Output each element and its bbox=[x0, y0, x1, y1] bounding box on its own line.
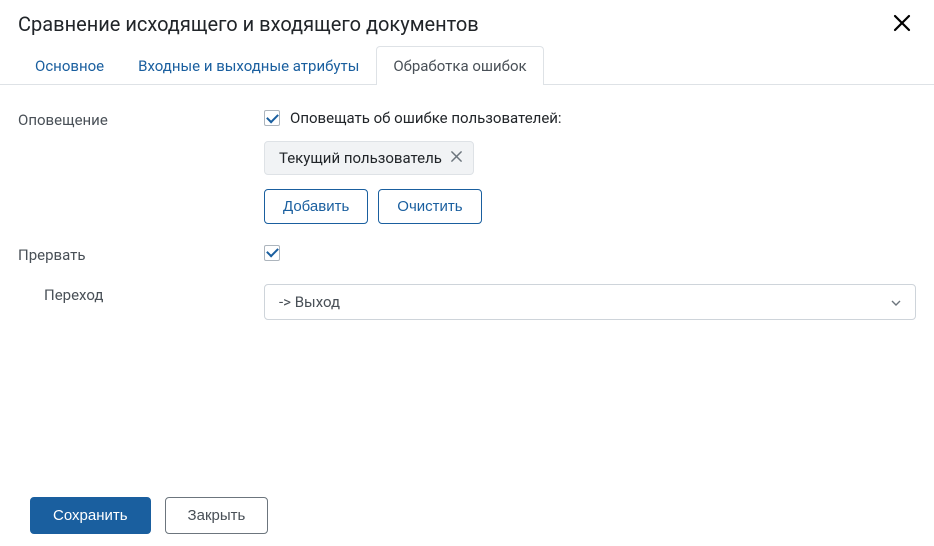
notification-checkbox[interactable] bbox=[264, 110, 280, 126]
label-interrupt: Прервать bbox=[18, 244, 264, 264]
notification-checkbox-wrap: Оповещать об ошибке пользователей: bbox=[264, 109, 916, 127]
interrupt-checkbox[interactable] bbox=[264, 245, 280, 261]
transition-select-value: -> Выход bbox=[279, 293, 340, 311]
transition-select[interactable]: -> Выход bbox=[264, 284, 916, 320]
close-dialog-button[interactable]: Закрыть bbox=[165, 497, 269, 534]
close-icon bbox=[892, 10, 912, 38]
clear-button[interactable]: Очистить bbox=[378, 189, 481, 224]
notification-checkbox-label: Оповещать об ошибке пользователей: bbox=[290, 109, 562, 127]
tab-main[interactable]: Основное bbox=[18, 46, 121, 85]
chip-remove-button[interactable] bbox=[450, 150, 463, 166]
row-notification: Оповещение Оповещать об ошибке пользоват… bbox=[18, 109, 916, 224]
add-button[interactable]: Добавить bbox=[264, 189, 368, 224]
tab-attributes[interactable]: Входные и выходные атрибуты bbox=[121, 46, 376, 85]
dialog-title: Сравнение исходящего и входящего докумен… bbox=[18, 12, 479, 36]
tab-bar: Основное Входные и выходные атрибуты Обр… bbox=[0, 46, 934, 85]
save-button[interactable]: Сохранить bbox=[30, 497, 151, 534]
row-interrupt: Прервать bbox=[18, 244, 916, 264]
tab-error-handling[interactable]: Обработка ошибок bbox=[376, 46, 543, 85]
x-icon bbox=[450, 150, 463, 166]
dialog-footer: Сохранить Закрыть bbox=[0, 497, 298, 534]
user-chip-container: Текущий пользователь bbox=[264, 141, 916, 175]
close-button[interactable] bbox=[888, 10, 916, 38]
label-notification: Оповещение bbox=[18, 109, 264, 129]
control-transition: -> Выход bbox=[264, 284, 916, 320]
notification-button-row: Добавить Очистить bbox=[264, 189, 916, 224]
control-notification: Оповещать об ошибке пользователей: Текущ… bbox=[264, 109, 916, 224]
control-interrupt bbox=[264, 244, 916, 262]
label-transition: Переход bbox=[18, 284, 264, 304]
user-chip: Текущий пользователь bbox=[264, 141, 474, 175]
dialog-header: Сравнение исходящего и входящего докумен… bbox=[0, 0, 934, 46]
row-transition: Переход -> Выход bbox=[18, 284, 916, 320]
chevron-down-icon bbox=[891, 296, 901, 309]
user-chip-label: Текущий пользователь bbox=[279, 149, 442, 167]
form-content: Оповещение Оповещать об ошибке пользоват… bbox=[0, 85, 934, 364]
